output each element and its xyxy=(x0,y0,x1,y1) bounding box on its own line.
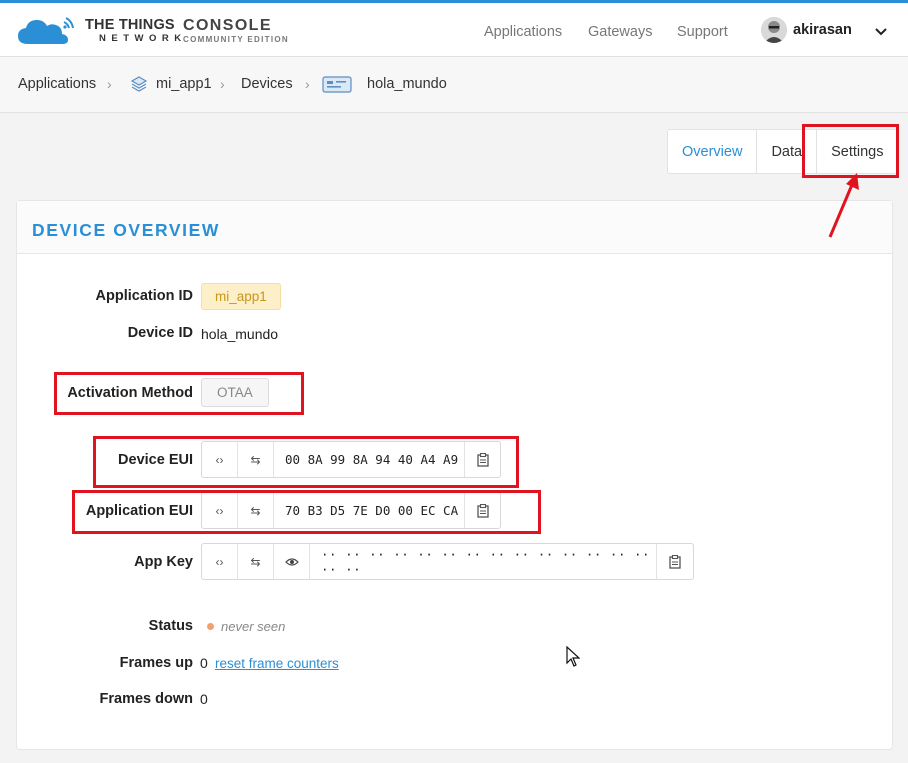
username[interactable]: akirasan xyxy=(793,22,852,38)
breadcrumb-applications[interactable]: Applications xyxy=(18,76,96,92)
copy-clipboard-icon[interactable] xyxy=(464,493,500,528)
frames-down-label: Frames down xyxy=(99,691,193,707)
swap-byte-order-icon[interactable]: ⇆ xyxy=(238,493,274,528)
annotation-arrow-icon xyxy=(828,173,859,238)
code-toggle-icon[interactable]: ‹› xyxy=(202,493,238,528)
application-eui-field: ‹› ⇆ 70 B3 D5 7E D0 00 EC CA xyxy=(201,492,501,529)
console-label: CONSOLE xyxy=(183,17,272,34)
mouse-cursor-icon xyxy=(566,646,580,667)
copy-clipboard-icon[interactable] xyxy=(464,442,500,477)
code-toggle-icon[interactable]: ‹› xyxy=(202,442,238,477)
brand-name: THE THINGS NETWORK xyxy=(85,17,187,45)
application-eui-value: 70 B3 D5 7E D0 00 EC CA xyxy=(285,503,459,518)
tab-overview[interactable]: Overview xyxy=(668,130,758,173)
breadcrumb-app[interactable]: mi_app1 xyxy=(156,76,212,92)
activation-method-label: Activation Method xyxy=(67,385,193,401)
nav-gateways[interactable]: Gateways xyxy=(588,3,652,60)
tab-bar: Overview Data Settings xyxy=(667,129,899,174)
frames-up-label: Frames up xyxy=(119,655,193,671)
tab-data[interactable]: Data xyxy=(757,130,818,173)
status-value: never seen xyxy=(221,619,286,634)
copy-clipboard-icon[interactable] xyxy=(656,544,692,579)
app-key-field: ‹› ⇆ ·· ·· ·· ·· ·· ·· ·· ·· ·· ·· ·· ··… xyxy=(201,543,694,580)
app-key-value: ·· ·· ·· ·· ·· ·· ·· ·· ·· ·· ·· ·· ·· ·… xyxy=(321,546,651,577)
swap-byte-order-icon[interactable]: ⇆ xyxy=(238,544,274,579)
device-icon xyxy=(322,76,352,93)
device-id-value: hola_mundo xyxy=(201,326,279,342)
application-id-badge: mi_app1 xyxy=(201,283,281,310)
reset-frame-counters-link[interactable]: reset frame counters xyxy=(215,656,339,671)
chevron-right-icon: › xyxy=(220,76,225,92)
cloud-logo-icon xyxy=(18,17,74,44)
chevron-down-icon[interactable] xyxy=(874,25,888,39)
application-id-label: Application ID xyxy=(95,288,193,304)
brand-line1: THE THINGS xyxy=(85,17,175,33)
card-title: DEVICE OVERVIEW xyxy=(32,220,221,240)
breadcrumb-device: hola_mundo xyxy=(367,76,447,92)
console-title: CONSOLE COMMUNITY EDITION xyxy=(183,17,289,45)
device-eui-field: ‹› ⇆ 00 8A 99 8A 94 40 A4 A9 xyxy=(201,441,501,478)
ttn-logo[interactable] xyxy=(16,13,76,47)
app-key-label: App Key xyxy=(134,554,193,570)
device-id-label: Device ID xyxy=(127,325,193,341)
eye-icon[interactable] xyxy=(274,544,310,579)
device-eui-value: 00 8A 99 8A 94 40 A4 A9 xyxy=(285,452,459,467)
code-toggle-icon[interactable]: ‹› xyxy=(202,544,238,579)
swap-byte-order-icon[interactable]: ⇆ xyxy=(238,442,274,477)
frames-down-value: 0 xyxy=(200,691,208,707)
device-eui-label: Device EUI xyxy=(118,452,193,468)
frames-up-value: 0 xyxy=(200,655,208,671)
status-dot-icon xyxy=(207,623,214,630)
edition-label: COMMUNITY EDITION xyxy=(183,35,289,44)
breadcrumb-devices[interactable]: Devices xyxy=(241,76,293,92)
chevron-right-icon: › xyxy=(107,76,112,92)
chevron-right-icon: › xyxy=(305,76,310,92)
application-eui-label: Application EUI xyxy=(85,503,193,519)
nav-support[interactable]: Support xyxy=(677,3,728,60)
avatar[interactable] xyxy=(761,17,787,43)
status-label: Status xyxy=(148,618,193,634)
brand-line2: NETWORK xyxy=(99,33,187,44)
layers-icon xyxy=(130,76,148,92)
breadcrumb: Applications › mi_app1 › Devices › hola_… xyxy=(0,57,908,113)
tab-settings[interactable]: Settings xyxy=(817,130,897,173)
activation-method-badge: OTAA xyxy=(201,378,269,407)
nav-applications[interactable]: Applications xyxy=(484,3,562,60)
top-bar: THE THINGS NETWORK CONSOLE COMMUNITY EDI… xyxy=(0,0,908,57)
